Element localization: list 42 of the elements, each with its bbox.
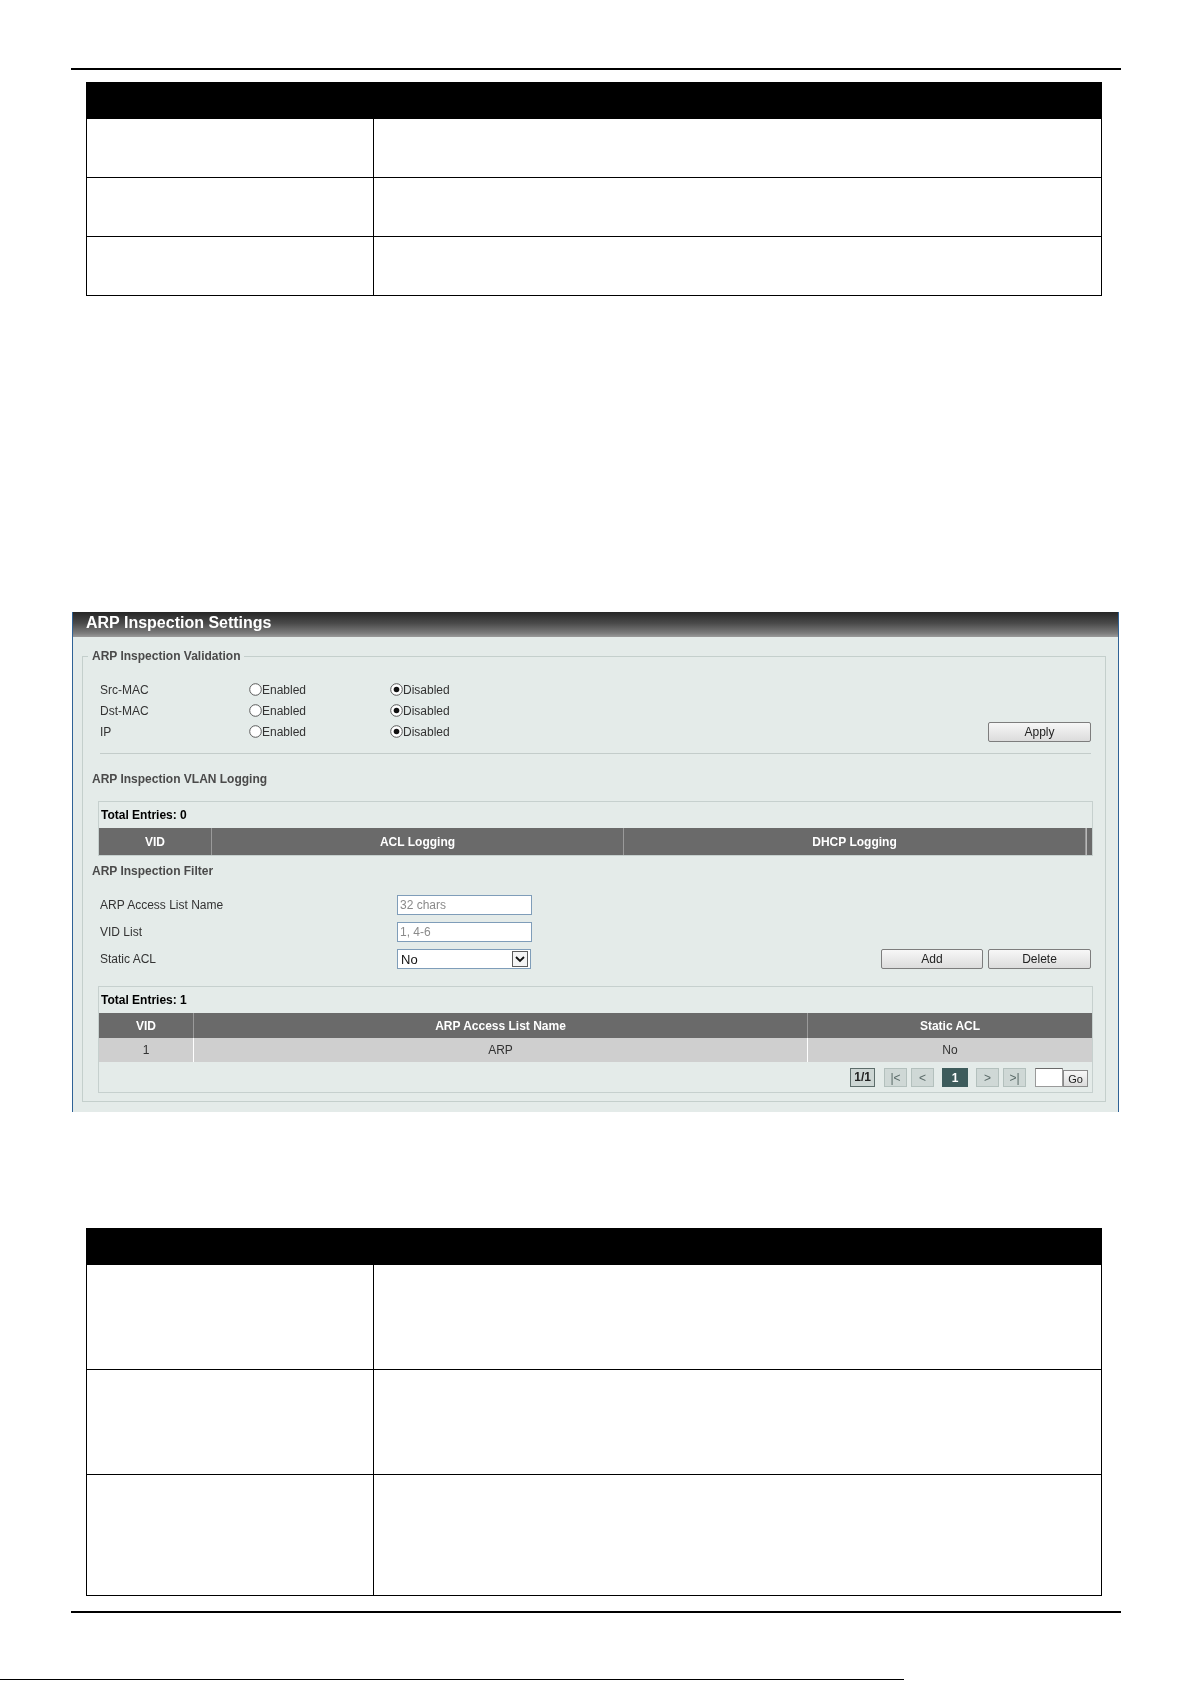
- option-label[interactable]: Disabled: [403, 703, 450, 718]
- table-cell-text: No: [941, 1042, 959, 1059]
- page-number-field[interactable]: [1035, 1068, 1063, 1087]
- page-number-button[interactable]: 1: [942, 1068, 968, 1087]
- radio-button[interactable]: [249, 725, 262, 738]
- add-button[interactable]: Add: [881, 949, 983, 969]
- option-label[interactable]: Disabled: [403, 682, 450, 697]
- radio-button[interactable]: [390, 683, 403, 696]
- total-entries-label: Total Entries: 0: [100, 808, 188, 822]
- go-button[interactable]: Go: [1063, 1070, 1088, 1087]
- group-legend: ARP Inspection Validation: [88, 649, 245, 663]
- column-header: DHCP Logging: [624, 828, 1086, 855]
- radio-button[interactable]: [390, 725, 403, 738]
- option-label[interactable]: Enabled: [262, 703, 307, 718]
- field-label: IP: [100, 724, 113, 739]
- dropdown-field[interactable]: No: [397, 949, 531, 969]
- column-header: ACL Logging: [212, 828, 624, 855]
- field-label: VID List: [100, 925, 143, 939]
- radio-button[interactable]: [249, 683, 262, 696]
- section-heading: ARP Inspection Filter: [92, 864, 215, 878]
- panel-title: ARP Inspection Settings: [73, 612, 1118, 637]
- field-label: Static ACL: [100, 952, 158, 966]
- text-field[interactable]: 1, 4-6: [397, 922, 532, 942]
- caret-icon: [512, 951, 528, 967]
- option-label[interactable]: Enabled: [262, 724, 307, 739]
- field-label: Src-MAC: [100, 682, 150, 697]
- section-heading: ARP Inspection VLAN Logging: [92, 772, 269, 786]
- delete-button[interactable]: Delete: [988, 949, 1091, 969]
- page-indicator: 1/1: [850, 1068, 875, 1087]
- table-cell: 1: [99, 1038, 194, 1062]
- column-header: VID: [99, 828, 212, 855]
- option-label[interactable]: Enabled: [262, 682, 307, 697]
- field-label: Dst-MAC: [100, 703, 150, 718]
- apply-button[interactable]: Apply: [988, 722, 1091, 742]
- field-label: ARP Access List Name: [100, 898, 225, 912]
- text-field[interactable]: 32 chars: [397, 895, 532, 915]
- column-header: Static ACL: [918, 1017, 982, 1035]
- radio-button[interactable]: [249, 704, 262, 717]
- table-cell: ARP: [194, 1038, 808, 1062]
- option-label[interactable]: Disabled: [403, 724, 450, 739]
- radio-button[interactable]: [390, 704, 403, 717]
- total-entries-label: Total Entries: 1: [100, 993, 188, 1007]
